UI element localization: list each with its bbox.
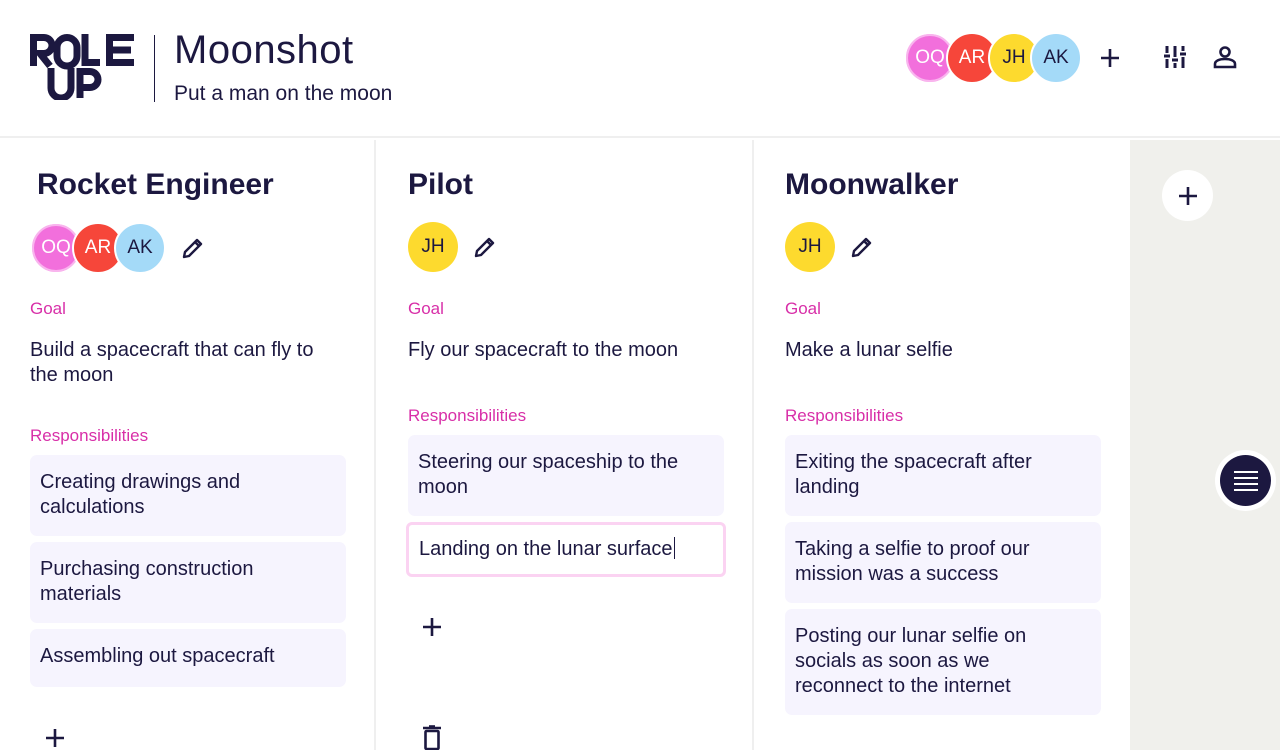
add-member-button[interactable]: [1096, 44, 1124, 72]
goal-label: Goal: [30, 299, 66, 318]
responsibilities-label: Responsibilities: [408, 406, 527, 425]
roleup-logo[interactable]: [30, 34, 136, 102]
text-caret: [673, 537, 676, 559]
role-members: JH: [785, 222, 875, 272]
role-members: OQ AR AK: [30, 222, 206, 274]
header-divider: [154, 35, 155, 102]
hamburger-icon: [1233, 470, 1258, 491]
add-role-panel: [1130, 140, 1280, 750]
project-title: Moonshot: [174, 28, 354, 72]
avatar[interactable]: AK: [114, 222, 166, 274]
menu-button[interactable]: [1215, 450, 1276, 511]
role-members: JH: [408, 222, 498, 272]
sliders-icon: [1164, 46, 1186, 68]
responsibilities-list: Creating drawings and calculations Purch…: [30, 455, 346, 693]
role-column-moonwalker: Moonwalker JH Goal Make a lunar selfie R…: [756, 140, 1130, 750]
responsibility-input-value: Landing on the lunar surface: [419, 538, 673, 560]
goal-text[interactable]: Fly our spacecraft to the moon: [408, 338, 718, 363]
role-title[interactable]: Rocket Engineer: [37, 168, 274, 202]
plus-icon: [1178, 186, 1197, 205]
plus-icon: [1101, 49, 1119, 67]
goal-label: Goal: [408, 299, 444, 318]
avatar[interactable]: AK: [1030, 32, 1082, 84]
responsibility-item[interactable]: Assembling out spacecraft: [30, 629, 346, 687]
responsibility-edit-input[interactable]: Landing on the lunar surface: [406, 522, 726, 577]
app-header: Moonshot Put a man on the moon OQ AR JH …: [0, 0, 1280, 138]
goal-text[interactable]: Build a spacecraft that can fly to the m…: [30, 338, 340, 388]
add-responsibility-button[interactable]: [418, 613, 446, 641]
filter-button[interactable]: [1160, 42, 1190, 72]
responsibilities-list: Exiting the spacecraft after landing Tak…: [785, 435, 1101, 721]
goal-text[interactable]: Make a lunar selfie: [785, 338, 1095, 363]
add-role-button[interactable]: [1162, 170, 1213, 221]
add-responsibility-button[interactable]: [41, 724, 69, 750]
goal-label: Goal: [785, 299, 821, 318]
delete-role-button[interactable]: [418, 723, 446, 750]
role-title[interactable]: Moonwalker: [785, 168, 958, 202]
edit-members-button[interactable]: [180, 235, 206, 261]
responsibility-item[interactable]: Creating drawings and calculations: [30, 455, 346, 536]
avatar[interactable]: JH: [785, 222, 835, 272]
avatar[interactable]: JH: [408, 222, 458, 272]
trash-icon: [423, 725, 441, 750]
pencil-icon: [474, 237, 495, 258]
role-column-pilot: Pilot JH Goal Fly our spacecraft to the …: [378, 140, 754, 750]
role-column-rocket-engineer: Rocket Engineer OQ AR AK Goal Build a sp…: [0, 140, 376, 750]
responsibilities-label: Responsibilities: [30, 426, 149, 445]
role-title[interactable]: Pilot: [408, 168, 473, 202]
account-button[interactable]: [1210, 42, 1240, 72]
responsibility-item[interactable]: Purchasing construction materials: [30, 542, 346, 623]
responsibility-item[interactable]: Exiting the spacecraft after landing: [785, 435, 1101, 516]
pencil-icon: [851, 237, 872, 258]
responsibility-item[interactable]: Steering our spaceship to the moon: [408, 435, 724, 516]
project-members: OQ AR JH AK: [904, 32, 1082, 84]
edit-members-button[interactable]: [472, 234, 498, 260]
pencil-icon: [182, 238, 203, 259]
responsibility-item[interactable]: Taking a selfie to proof our mission was…: [785, 522, 1101, 603]
menu-button-inner: [1220, 455, 1271, 506]
edit-members-button[interactable]: [849, 234, 875, 260]
responsibilities-list: Steering our spaceship to the moon Landi…: [406, 435, 726, 583]
responsibility-item[interactable]: Posting our lunar selfie on socials as s…: [785, 609, 1101, 715]
user-icon: [1213, 46, 1237, 69]
plus-icon: [46, 729, 64, 747]
project-subtitle: Put a man on the moon: [174, 82, 393, 105]
logo-icon: [30, 34, 134, 102]
responsibilities-label: Responsibilities: [785, 406, 904, 425]
plus-icon: [423, 618, 441, 636]
